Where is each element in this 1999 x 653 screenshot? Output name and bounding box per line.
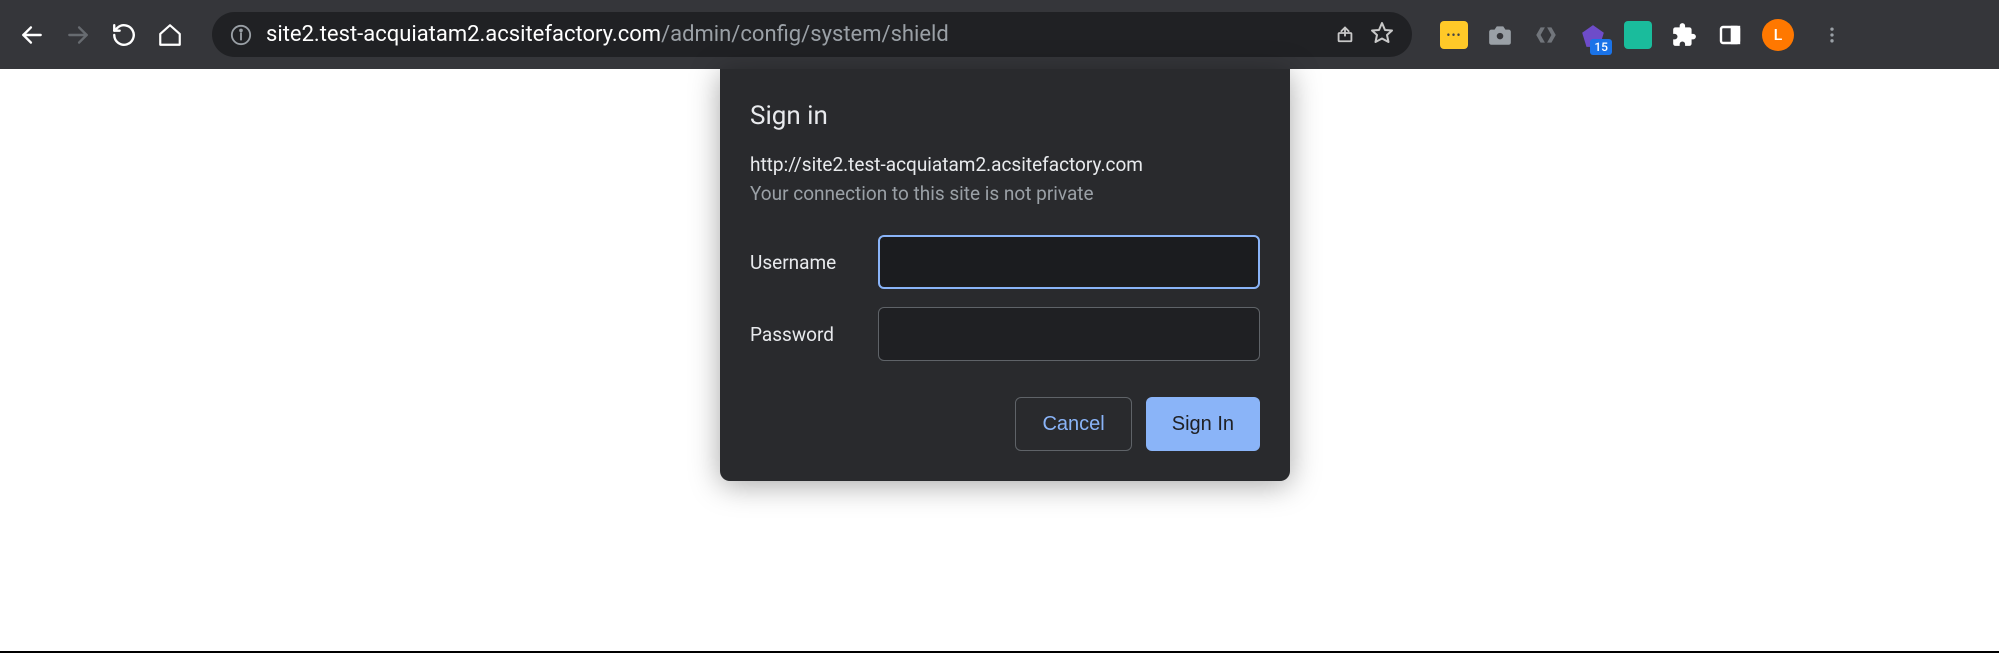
home-button[interactable] (156, 21, 184, 49)
url-text: site2.test-acquiatam2.acsitefactory.com/… (266, 22, 1320, 47)
password-label: Password (750, 323, 878, 346)
extensions-menu-icon[interactable] (1670, 21, 1698, 49)
extension-lastpass-icon[interactable]: ••• (1440, 21, 1468, 49)
bookmark-star-icon[interactable] (1370, 21, 1394, 49)
cancel-button-label: Cancel (1042, 413, 1104, 436)
http-auth-dialog: Sign in http://site2.test-acquiatam2.acs… (720, 69, 1290, 481)
address-bar[interactable]: site2.test-acquiatam2.acsitefactory.com/… (212, 12, 1412, 57)
username-row: Username (750, 235, 1260, 289)
avatar-letter: L (1774, 25, 1783, 44)
extension-recycle-icon[interactable] (1532, 21, 1560, 49)
cancel-button[interactable]: Cancel (1015, 397, 1131, 451)
password-input[interactable] (878, 307, 1260, 361)
url-domain: site2.test-acquiatam2.acsitefactory.com (266, 22, 661, 47)
forward-button[interactable] (64, 21, 92, 49)
extension-purple-icon[interactable]: 15 (1578, 21, 1606, 49)
extension-camera-icon[interactable] (1486, 21, 1514, 49)
share-icon[interactable] (1334, 22, 1356, 48)
username-label: Username (750, 251, 878, 274)
reload-button[interactable] (110, 21, 138, 49)
username-input[interactable] (878, 235, 1260, 289)
site-info-icon[interactable] (230, 24, 252, 46)
dialog-site-url: http://site2.test-acquiatam2.acsitefacto… (750, 153, 1260, 176)
extensions-row: ••• 15 L (1420, 19, 1842, 51)
profile-avatar[interactable]: L (1762, 19, 1794, 51)
dialog-warning: Your connection to this site is not priv… (750, 182, 1260, 205)
extension-badge: 15 (1590, 39, 1612, 55)
dialog-actions: Cancel Sign In (750, 397, 1260, 451)
page-content: Sign in http://site2.test-acquiatam2.acs… (0, 69, 1999, 653)
signin-button[interactable]: Sign In (1146, 397, 1260, 451)
chrome-menu-icon[interactable] (1812, 23, 1842, 47)
password-row: Password (750, 307, 1260, 361)
extension-teal-icon[interactable] (1624, 21, 1652, 49)
browser-toolbar: site2.test-acquiatam2.acsitefactory.com/… (0, 0, 1999, 69)
signin-button-label: Sign In (1172, 413, 1234, 436)
url-path: /admin/config/system/shield (661, 22, 949, 47)
address-actions (1334, 21, 1394, 49)
side-panel-icon[interactable] (1716, 21, 1744, 49)
dialog-title: Sign in (750, 101, 1260, 131)
nav-buttons (18, 21, 204, 49)
back-button[interactable] (18, 21, 46, 49)
